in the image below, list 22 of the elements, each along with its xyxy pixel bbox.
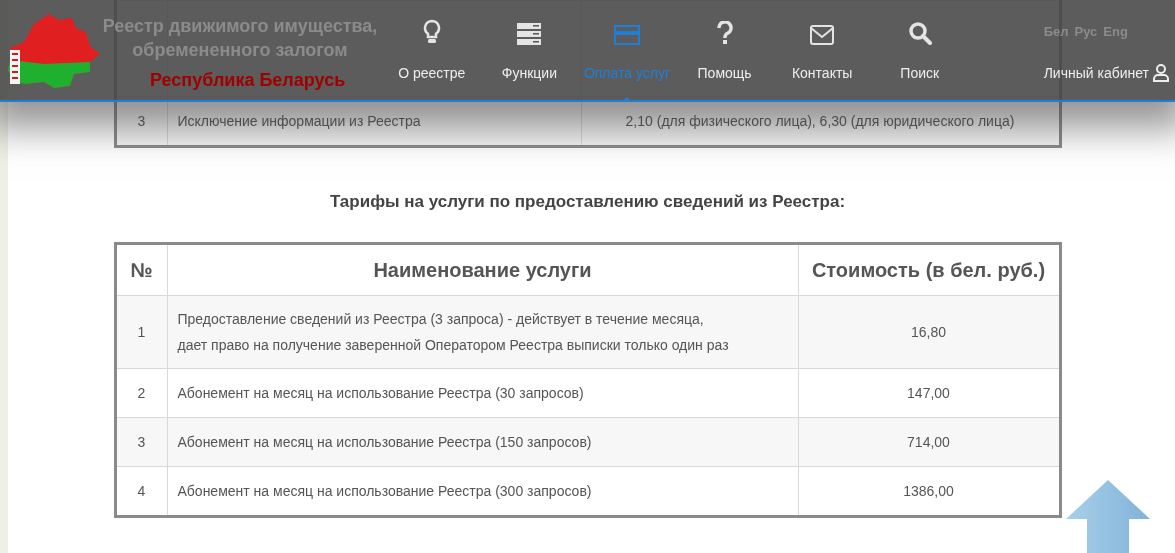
scroll-up-arrow-icon[interactable] xyxy=(1065,479,1151,553)
table-cell: 1 xyxy=(115,295,167,369)
user-icon xyxy=(1153,64,1169,82)
envelope-icon xyxy=(810,25,835,45)
server-icon xyxy=(517,23,542,45)
site-subtitle: Республика Беларусь xyxy=(150,70,346,91)
search-icon xyxy=(907,21,932,45)
table-cell: Абонемент на месяц на использование Реестра (150 запросов) xyxy=(167,417,798,467)
table-cell: 3 xyxy=(115,417,167,467)
column-header: Наименование услуги xyxy=(167,243,798,296)
lightbulb-icon xyxy=(422,19,441,45)
table-cell: 714,00 xyxy=(798,417,1060,467)
table-cell: Предоставление сведений из Реестра (3 запроса) - действует в течение месяца, дает право на получение заверенной Оператором Реестра выписки только один раз xyxy=(167,295,798,369)
question-mark-icon xyxy=(716,21,733,45)
table-cell: 2 xyxy=(115,368,167,418)
account-link[interactable]: Личный кабинет xyxy=(1043,64,1169,82)
table-cell: Абонемент на месяц на использование Реестра (30 запросов) xyxy=(167,368,798,418)
column-header: № xyxy=(115,243,167,296)
table-cell: 16,80 xyxy=(798,295,1060,369)
credit-card-icon xyxy=(614,25,640,45)
column-header: Стоимость (в бел. руб.) xyxy=(798,243,1060,296)
section-title: Тарифы на услуги по предоставлению сведений из Реестра: xyxy=(329,192,846,212)
